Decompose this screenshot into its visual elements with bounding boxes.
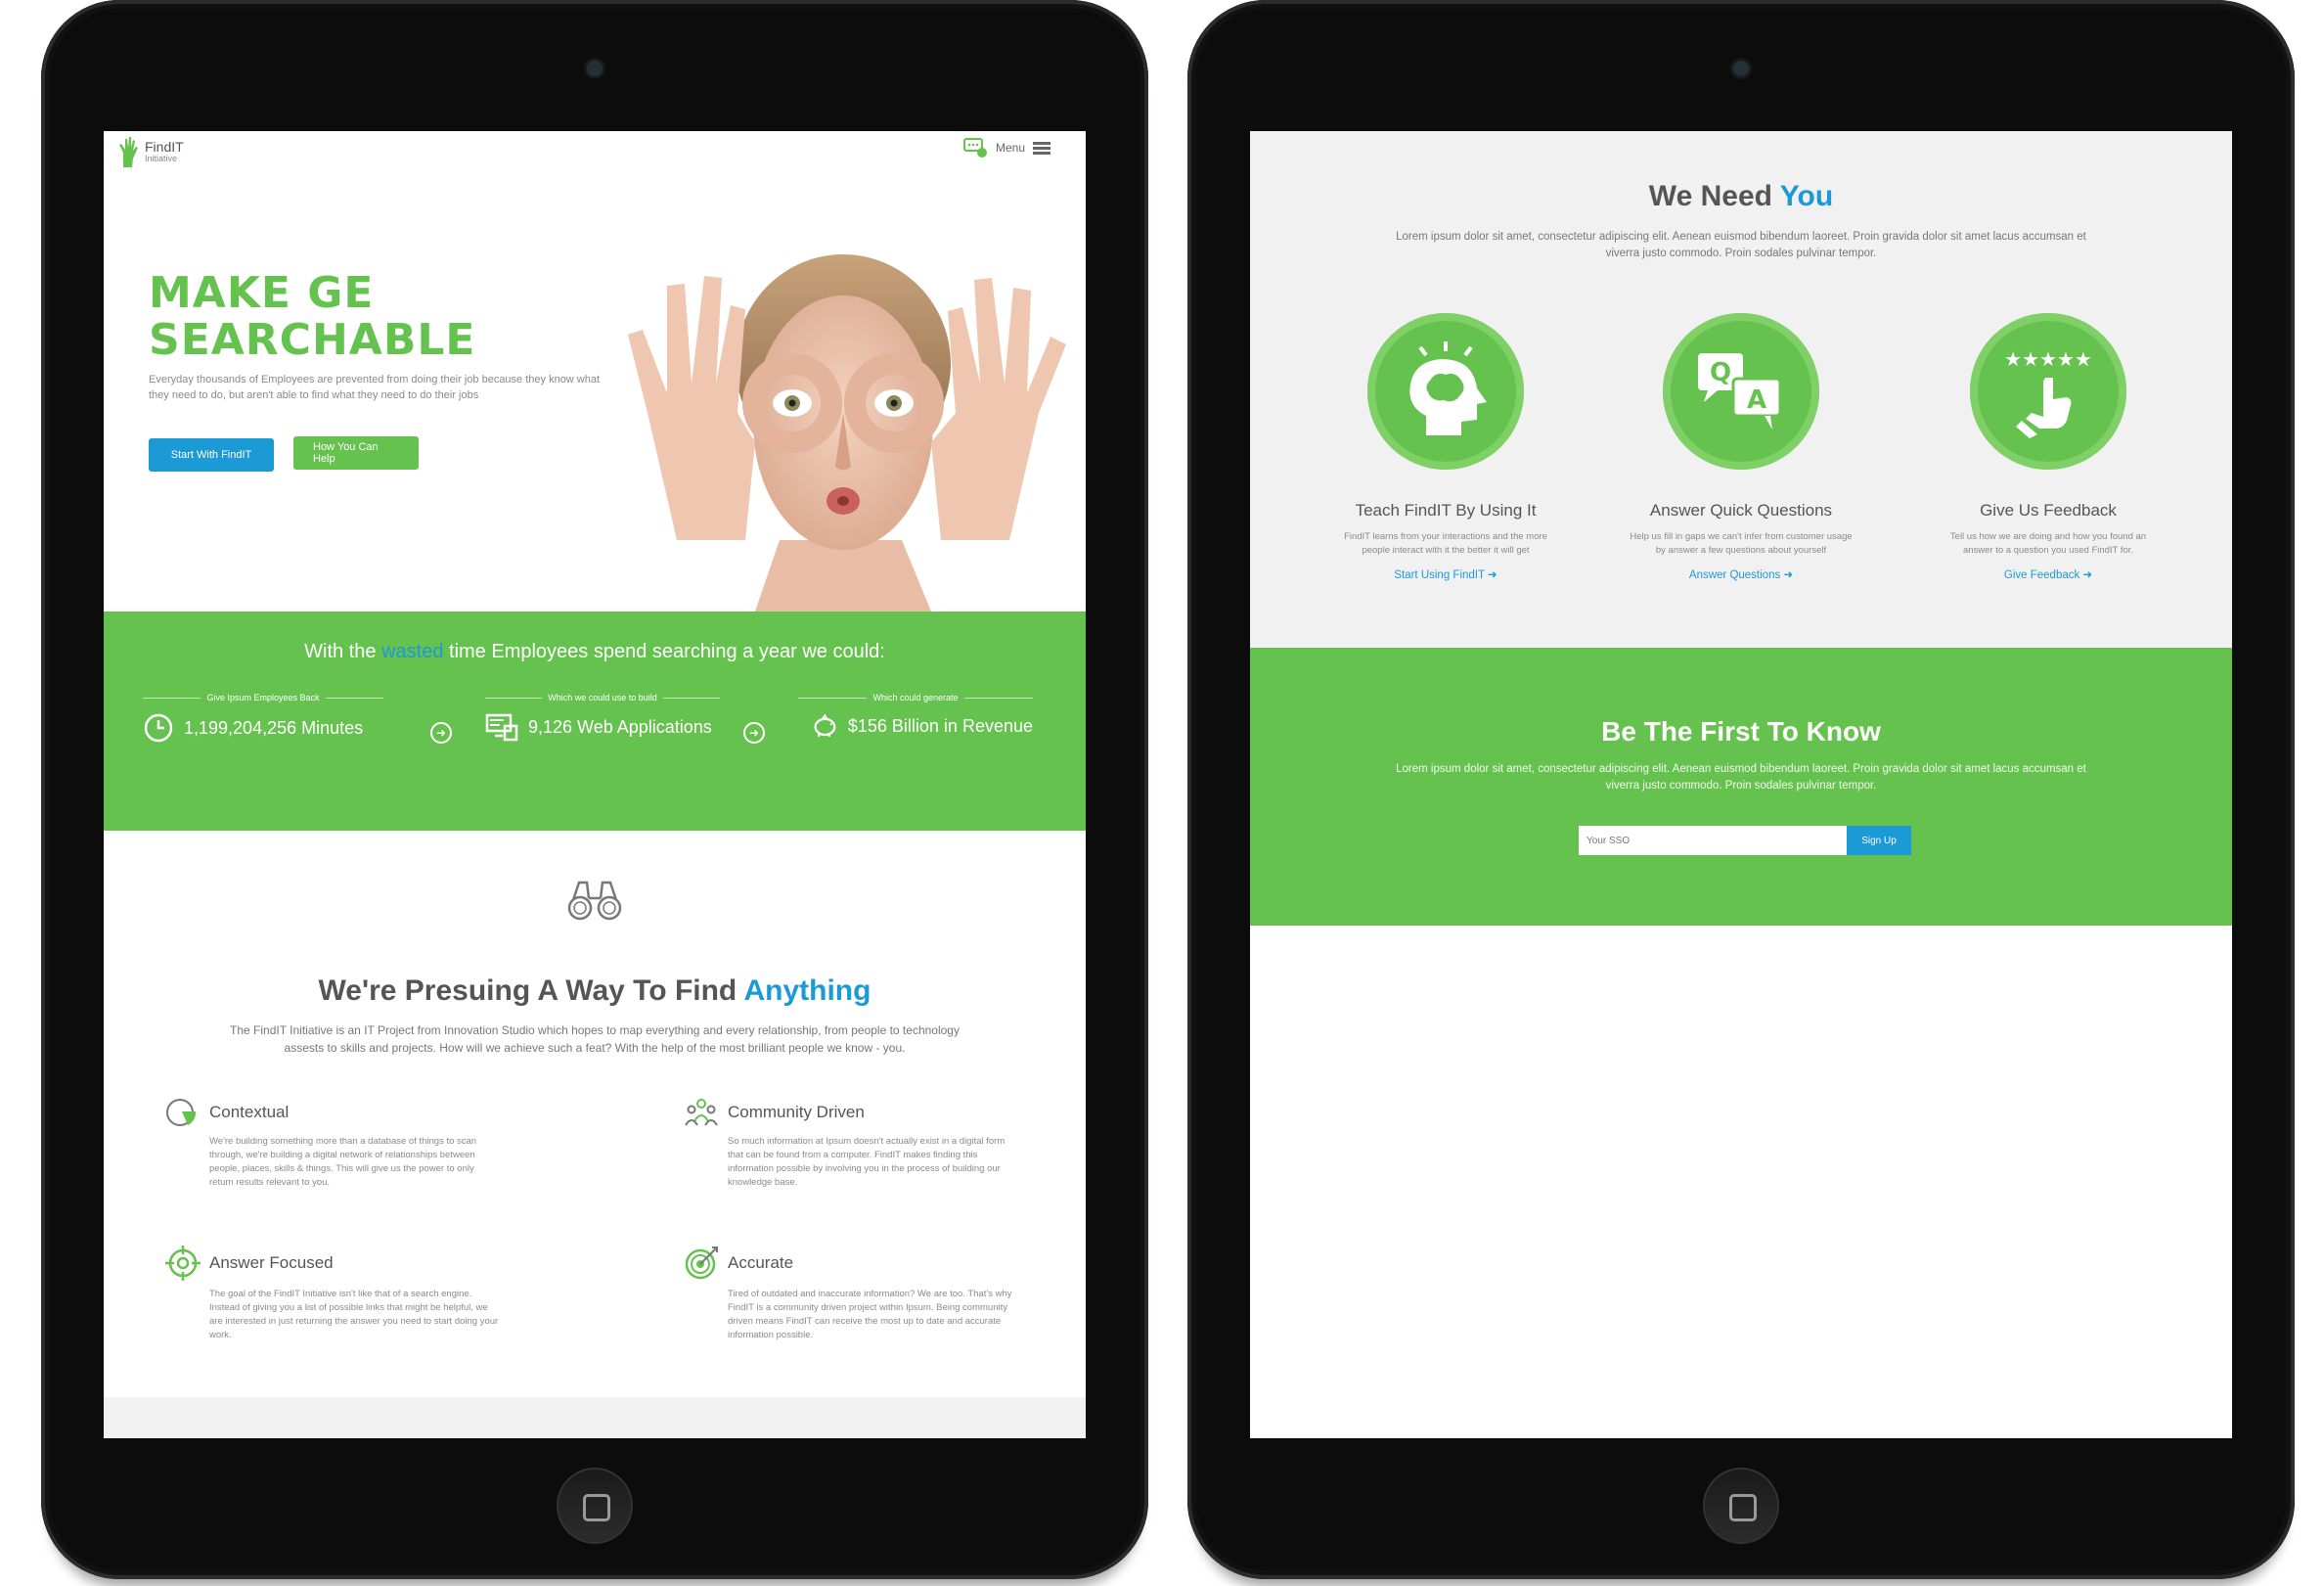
arrow-right-icon: ➜: [1783, 569, 1794, 581]
hero-title: MAKE GE SEARCHABLE: [149, 268, 476, 365]
hero-section: FindIT Initiative Menu MAKE GE SEARCHABL…: [104, 131, 1086, 612]
column-title: Answer Quick Questions: [1649, 501, 1833, 520]
community-icon: [685, 1099, 718, 1126]
tablet-right: We Need You Lorem ipsum dolor sit amet, …: [1187, 0, 2295, 1579]
stat-value: 1,199,204,256 Minutes: [184, 717, 364, 738]
arrow-right-icon: ➜: [430, 722, 452, 744]
logo-subtitle: Initiative: [145, 153, 178, 163]
feature-title: Accurate: [728, 1253, 794, 1272]
hand-logo-icon: [119, 137, 138, 167]
logo[interactable]: FindIT Initiative: [117, 135, 184, 168]
section-title: We're Presuing A Way To Find Anything: [318, 974, 872, 1007]
qa-bubbles-icon: Q A: [1698, 353, 1782, 430]
feature-title: Community Driven: [728, 1103, 865, 1121]
star-rating-icon: ★★★★★: [2004, 347, 2092, 438]
arrow-right-icon: ➜: [743, 722, 765, 744]
column-teach: Teach FindIT By Using It FindIT learns f…: [1328, 313, 1563, 581]
stat-applications: Which we could use to build 9,126 Web Ap…: [485, 693, 720, 742]
column-title: Give Us Feedback: [1980, 501, 2117, 520]
start-using-findit-link[interactable]: Start Using FindIT ➜: [1328, 567, 1563, 581]
home-button[interactable]: [559, 1470, 631, 1542]
stat-value: 9,126 Web Applications: [528, 716, 712, 737]
feature-body: We're building something more than a dat…: [209, 1136, 477, 1188]
sign-up-button[interactable]: Sign Up: [1847, 826, 1911, 855]
feature-answer-focused: Answer Focused The goal of the FindIT In…: [164, 1245, 499, 1342]
crosshair-icon: [165, 1246, 201, 1281]
arrow-right-icon: ➜: [2082, 569, 2093, 581]
pie-chart-icon: [166, 1099, 197, 1126]
start-with-findit-button[interactable]: Start With FindIT: [149, 438, 274, 472]
stats-heading: With the wasted time Employees spend sea…: [304, 641, 885, 662]
brain-icon: [1409, 341, 1487, 435]
give-feedback-link[interactable]: Give Feedback ➜: [1931, 567, 2166, 581]
column-description: Tell us how we are doing and how you fou…: [1949, 531, 2147, 556]
column-title: Teach FindIT By Using It: [1355, 501, 1537, 520]
section-intro: The FindIT Initiative is an IT Project f…: [230, 1023, 960, 1055]
svg-text:★★★★★: ★★★★★: [2004, 347, 2092, 371]
answer-questions-link[interactable]: Answer Questions ➜: [1624, 567, 1858, 581]
first-to-know-title: Be The First To Know: [1601, 716, 1881, 747]
sso-input[interactable]: [1579, 826, 1847, 855]
screen-right: We Need You Lorem ipsum dolor sit amet, …: [1250, 131, 2232, 1438]
svg-text:A: A: [1747, 385, 1766, 415]
hamburger-icon: [1033, 141, 1050, 155]
computer-icon: [485, 713, 518, 742]
piggy-bank-icon: [814, 713, 836, 737]
feature-body: Tired of outdated and inaccurate informa…: [728, 1289, 1012, 1340]
clock-icon: [144, 713, 173, 743]
screen-left: FindIT Initiative Menu MAKE GE SEARCHABL…: [104, 131, 1086, 1438]
chat-notification-icon: [962, 138, 987, 158]
column-description: FindIT learns from your interactions and…: [1344, 531, 1547, 556]
stat-value: $156 Billion in Revenue: [847, 715, 1033, 736]
first-to-know-section: Be The First To Know Lorem ipsum dolor s…: [1250, 648, 2232, 926]
we-need-you-description: Lorem ipsum dolor sit amet, consectetur …: [1396, 231, 2086, 259]
home-button[interactable]: [1705, 1470, 1777, 1542]
menu-button[interactable]: Menu: [962, 137, 1050, 159]
first-to-know-description: Lorem ipsum dolor sit amet, consectetur …: [1396, 763, 2086, 792]
feature-accurate: Accurate Tired of outdated and inaccurat…: [683, 1245, 1015, 1342]
feature-contextual: Contextual We're building something more…: [164, 1096, 497, 1190]
menu-label: Menu: [995, 141, 1025, 155]
we-need-you-title: We Need You: [1648, 180, 1834, 212]
binoculars-icon: [567, 881, 622, 921]
stat-revenue: Which could generate $156 Billion in Rev…: [798, 693, 1033, 740]
footer-band: [104, 1397, 1086, 1438]
svg-text:Q: Q: [1710, 358, 1731, 387]
feature-body: The goal of the FindIT Initiative isn't …: [209, 1289, 499, 1340]
stat-caption: Which could generate: [867, 693, 964, 702]
target-icon: [685, 1246, 718, 1280]
column-description: Help us fill in gaps we can't infer from…: [1630, 531, 1853, 556]
feature-body: So much information at Ipsum doesn't act…: [728, 1136, 1006, 1188]
hero-description: Everyday thousands of Employees are prev…: [149, 374, 601, 401]
stat-minutes: Give Ipsum Employees Back 1,199,204,256 …: [143, 693, 383, 744]
camera-dot: [587, 61, 603, 76]
stat-caption: Give Ipsum Employees Back: [201, 693, 326, 702]
stats-band: With the wasted time Employees spend sea…: [104, 612, 1086, 831]
arrow-right-icon: ➜: [1488, 569, 1497, 581]
feature-title: Contextual: [209, 1103, 290, 1121]
we-need-you-section: We Need You Lorem ipsum dolor sit amet, …: [1250, 131, 2232, 648]
hero-woman-photo: [628, 254, 1066, 612]
camera-dot: [1733, 61, 1749, 76]
feature-community: Community Driven So much information at …: [683, 1096, 1015, 1190]
column-questions: Q A Answer Quick Questions Help us fill …: [1624, 313, 1858, 581]
logo-name: FindIT: [145, 138, 184, 155]
feature-title: Answer Focused: [209, 1253, 334, 1272]
stat-caption: Which we could use to build: [542, 693, 663, 702]
tablet-left: FindIT Initiative Menu MAKE GE SEARCHABL…: [41, 0, 1148, 1579]
column-feedback: ★★★★★ Give Us Feedback Tell us how we ar…: [1931, 313, 2166, 581]
how-you-can-help-button[interactable]: How You Can Help: [293, 436, 419, 470]
